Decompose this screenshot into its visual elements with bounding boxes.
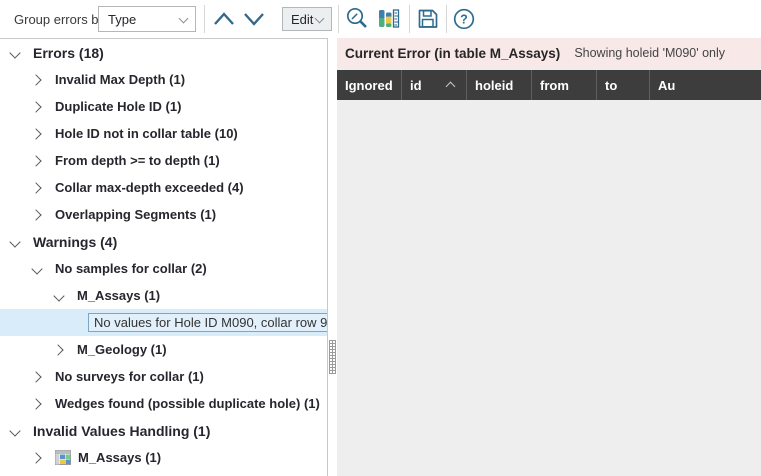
column-header-label: from [540, 78, 569, 93]
splitter-grip-icon[interactable] [329, 340, 336, 374]
expand-chevron-icon[interactable] [30, 208, 44, 222]
histogram-ruler-icon [376, 6, 402, 32]
expand-chevron-icon[interactable] [30, 181, 44, 195]
tree-item[interactable]: Hole ID not in collar table (10) [0, 120, 327, 147]
floppy-disk-icon [415, 6, 441, 32]
tree-item-label: M_Geology (1) [77, 342, 167, 357]
error-table-header: Ignored id holeid from to Au [337, 70, 761, 100]
tree-item[interactable]: M_Assays (1) [0, 444, 327, 471]
chevron-down-icon [179, 15, 188, 24]
toolbar-separator [409, 5, 410, 33]
expand-chevron-icon[interactable] [8, 235, 22, 249]
expand-chevron-icon[interactable] [8, 424, 22, 438]
expand-chevron-icon [74, 316, 88, 330]
tree-item[interactable]: Duplicate Hole ID (1) [0, 93, 327, 120]
toolbar: Group errors by: Type Edit [0, 0, 761, 38]
tree-item[interactable]: Collar max-depth exceeded (4) [0, 174, 327, 201]
tree-item-label: Warnings (4) [33, 234, 117, 250]
toolbar-separator [204, 5, 205, 33]
column-header-label: Ignored [345, 78, 393, 93]
error-tree-panel: Errors (18) Invalid Max Depth (1) Duplic… [0, 38, 328, 476]
tree-item-label: Hole ID not in collar table (10) [55, 126, 238, 141]
expand-chevron-icon[interactable] [30, 451, 44, 465]
chevron-down-icon [242, 11, 266, 27]
next-error-button[interactable] [240, 6, 268, 32]
expand-chevron-icon[interactable] [30, 370, 44, 384]
tree-item[interactable]: Overlapping Segments (1) [0, 201, 327, 228]
column-header-label: holeid [475, 78, 513, 93]
expand-chevron-icon[interactable] [30, 154, 44, 168]
chevron-up-icon [212, 11, 236, 27]
column-header-ignored[interactable]: Ignored [337, 70, 402, 100]
magnifier-pencil-icon [344, 6, 370, 32]
current-error-title: Current Error (in table M_Assays) [345, 46, 560, 61]
tree-item[interactable]: Warnings (4) [0, 228, 327, 255]
tree-item-label: No values for Hole ID M090, collar row 9 [88, 313, 328, 332]
sort-ascending-icon [446, 81, 456, 89]
tree-item[interactable]: Wedges found (possible duplicate hole) (… [0, 390, 327, 417]
expand-chevron-icon[interactable] [52, 343, 66, 357]
tree-item[interactable]: No surveys for collar (1) [0, 363, 327, 390]
error-viewer-window: Group errors by: Type Edit [0, 0, 761, 476]
group-by-dropdown[interactable]: Type [98, 6, 196, 32]
tree-item-label: No surveys for collar (1) [55, 369, 204, 384]
tree-item[interactable]: Errors (18) [0, 39, 327, 66]
tree-item-label: No samples for collar (2) [55, 261, 207, 276]
current-error-header: Current Error (in table M_Assays) Showin… [337, 38, 761, 68]
tree-item-label: Wedges found (possible duplicate hole) (… [55, 396, 320, 411]
edit-dropdown-value: Edit [291, 12, 313, 27]
column-header-label: to [605, 78, 617, 93]
tree-item-label: Overlapping Segments (1) [55, 207, 216, 222]
expand-chevron-icon[interactable] [30, 397, 44, 411]
tree-item-label: Invalid Max Depth (1) [55, 72, 185, 87]
column-header-to[interactable]: to [597, 70, 650, 100]
tree-item-label: From depth >= to depth (1) [55, 153, 220, 168]
column-header-au[interactable]: Au [650, 70, 761, 100]
column-statistics-button[interactable] [375, 6, 403, 32]
column-header-label: Au [658, 78, 675, 93]
tree-item[interactable]: Invalid Values Handling (1) [0, 417, 327, 444]
tree-item-label: Duplicate Hole ID (1) [55, 99, 181, 114]
expand-chevron-icon[interactable] [30, 262, 44, 276]
previous-error-button[interactable] [210, 6, 238, 32]
expand-chevron-icon[interactable] [8, 46, 22, 60]
tree-item-label: Collar max-depth exceeded (4) [55, 180, 244, 195]
chevron-down-icon [315, 15, 324, 24]
tree-item[interactable]: Invalid Max Depth (1) [0, 66, 327, 93]
panel-splitter[interactable] [328, 38, 337, 476]
save-button[interactable] [414, 6, 442, 32]
zoom-edit-button[interactable] [343, 6, 371, 32]
tree-item[interactable]: M_Geology (1) [0, 336, 327, 363]
question-mark-circle-icon: ? [451, 6, 477, 32]
expand-chevron-icon[interactable] [30, 100, 44, 114]
group-by-dropdown-value: Type [108, 12, 136, 27]
expand-chevron-icon[interactable] [30, 127, 44, 141]
group-errors-by-label: Group errors by: [14, 0, 109, 38]
svg-text:?: ? [460, 12, 468, 26]
column-header-holeid[interactable]: holeid [467, 70, 532, 100]
tree-item[interactable]: From depth >= to depth (1) [0, 147, 327, 174]
tree-item[interactable]: M_Assays (1) [0, 282, 327, 309]
toolbar-separator [338, 5, 339, 33]
expand-chevron-icon[interactable] [52, 289, 66, 303]
column-header-label: id [410, 78, 422, 93]
edit-dropdown[interactable]: Edit [282, 7, 332, 31]
current-error-panel: Current Error (in table M_Assays) Showin… [337, 38, 761, 476]
help-button[interactable]: ? [450, 6, 478, 32]
tree-item-selected[interactable]: No values for Hole ID M090, collar row 9 [0, 309, 327, 336]
filter-note: Showing holeid 'M090' only [574, 46, 725, 60]
column-header-id[interactable]: id [402, 70, 467, 100]
column-header-from[interactable]: from [532, 70, 597, 100]
tree-item-label: M_Assays (1) [78, 450, 161, 465]
tree-item-label: M_Assays (1) [77, 288, 160, 303]
tree-item[interactable]: No samples for collar (2) [0, 255, 327, 282]
tree-item-label: Invalid Values Handling (1) [33, 423, 210, 439]
toolbar-separator [446, 5, 447, 33]
table-icon [55, 450, 72, 466]
tree-item-label: Errors (18) [33, 45, 104, 61]
expand-chevron-icon[interactable] [30, 73, 44, 87]
